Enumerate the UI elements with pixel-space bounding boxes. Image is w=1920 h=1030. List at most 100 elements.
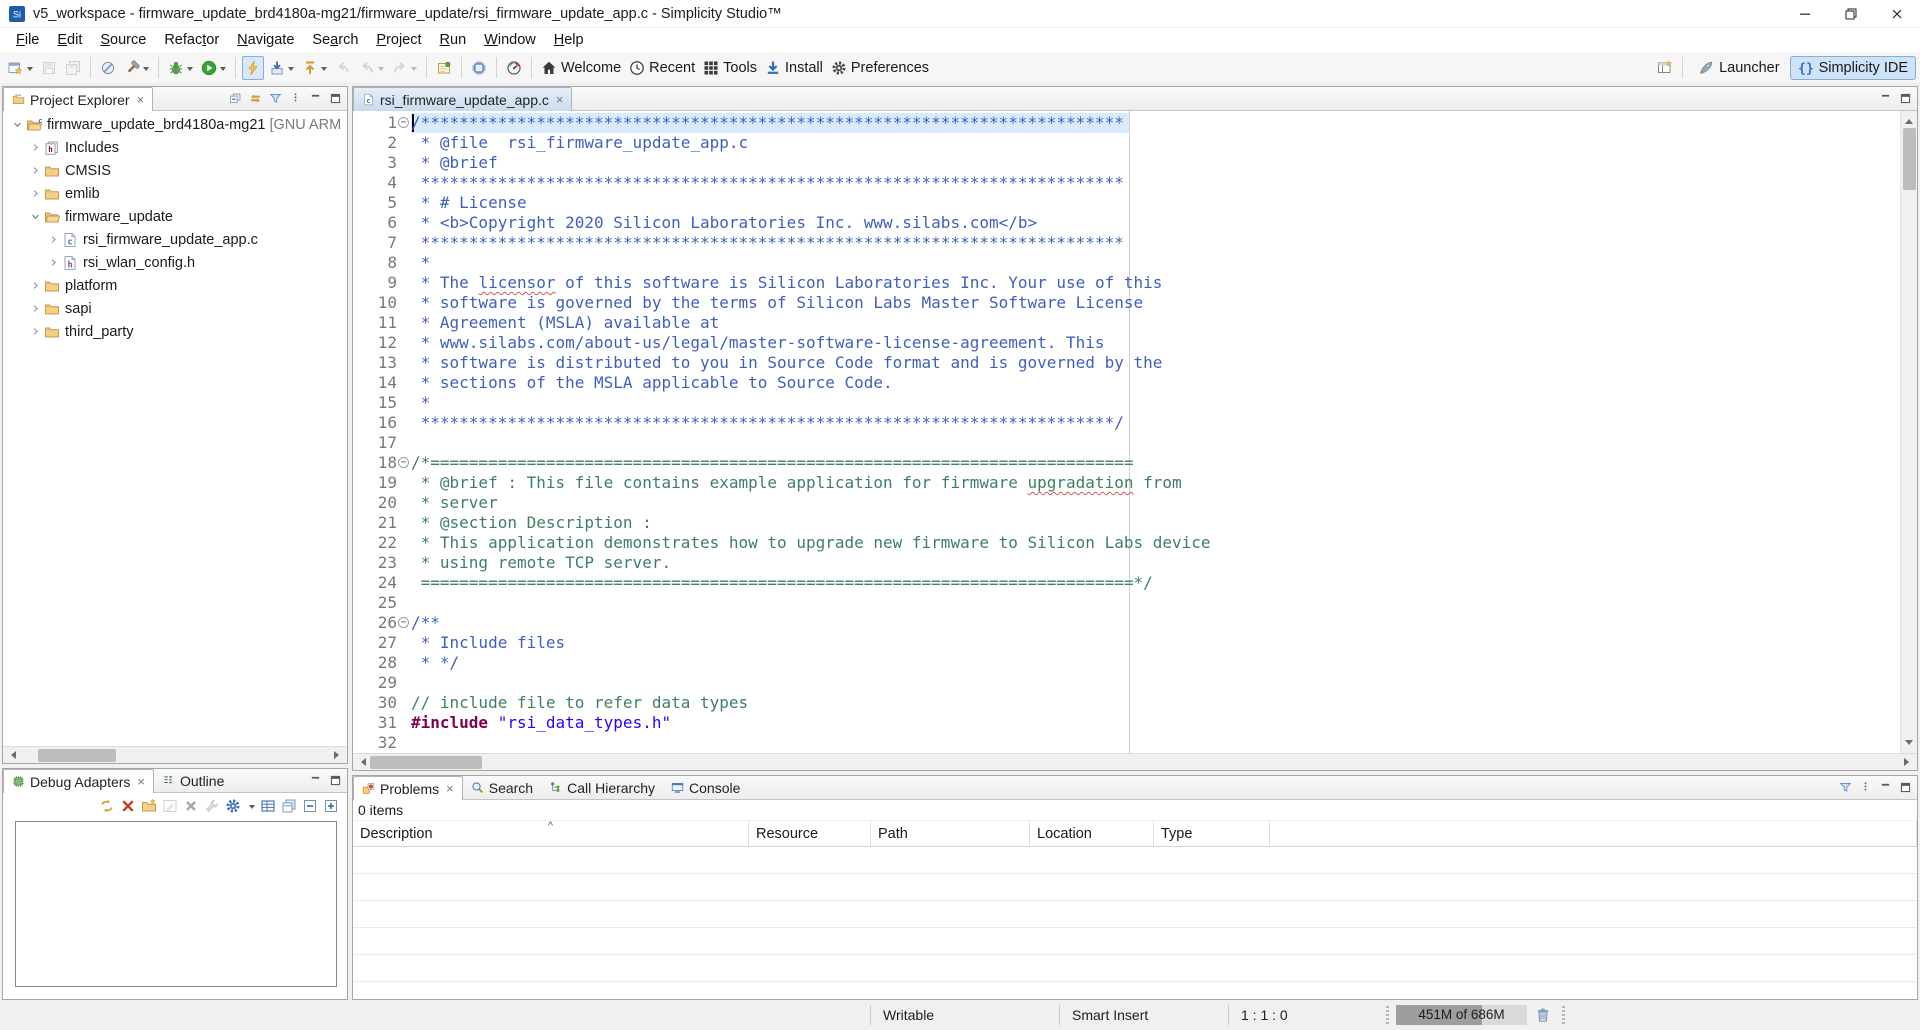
debug-download-button[interactable] — [266, 56, 297, 80]
chevron-right-icon[interactable] — [27, 188, 44, 199]
chevron-down-icon[interactable] — [378, 67, 384, 74]
chevron-down-icon[interactable] — [27, 67, 33, 74]
close-icon[interactable]: × — [137, 93, 145, 106]
table-row[interactable] — [353, 955, 1917, 982]
forward-history-button[interactable] — [389, 56, 420, 80]
menu-project[interactable]: Project — [367, 30, 430, 50]
tree-item-rsi-wlan-config-h[interactable]: hrsi_wlan_config.h — [3, 251, 347, 274]
chevron-down-icon[interactable] — [143, 67, 149, 74]
editor-hscrollbar[interactable] — [353, 753, 1917, 770]
tree-item-cmsis[interactable]: CMSIS — [3, 159, 347, 182]
code-editor[interactable]: 1−/*************************************… — [353, 111, 1900, 753]
menu-edit[interactable]: Edit — [48, 30, 91, 50]
pin-note-button[interactable] — [433, 56, 455, 80]
tab-outline[interactable]: Outline — [154, 769, 232, 792]
expand-all2-button[interactable] — [323, 798, 339, 814]
chevron-down-icon[interactable] — [9, 119, 26, 130]
adapter-refresh-button[interactable] — [99, 798, 115, 814]
chevron-right-icon[interactable] — [27, 142, 44, 153]
new-wizard-button[interactable] — [5, 56, 36, 80]
chevron-right-icon[interactable] — [27, 280, 44, 291]
scroll-left-icon[interactable] — [353, 754, 370, 771]
funnel-button[interactable] — [269, 92, 282, 105]
run-garbage-collector-button[interactable] — [1531, 1004, 1555, 1026]
minimize-button[interactable] — [1879, 781, 1892, 794]
scroll-right-icon[interactable] — [1900, 754, 1917, 771]
menu-navigate[interactable]: Navigate — [228, 30, 303, 50]
collapse-all2-button[interactable] — [302, 798, 318, 814]
adapter-disconnect-button[interactable] — [120, 798, 136, 814]
tab-call-hierarchy[interactable]: Call Hierarchy — [541, 776, 663, 799]
tree-item-third-party[interactable]: third_party — [3, 320, 347, 343]
column-header-resource[interactable]: Resource — [749, 821, 871, 846]
editor-vscrollbar[interactable] — [1900, 111, 1917, 753]
chevron-right-icon[interactable] — [45, 257, 62, 268]
chevron-down-icon[interactable] — [249, 805, 255, 812]
tab-console[interactable]: Console — [663, 776, 748, 799]
tab-editor-file[interactable]: c rsi_firmware_update_app.c × — [353, 87, 572, 111]
table-row[interactable] — [353, 928, 1917, 955]
tab-project-explorer[interactable]: Project Explorer × — [3, 87, 153, 111]
minimize-button[interactable] — [309, 92, 322, 105]
scroll-up-icon[interactable] — [1901, 111, 1918, 128]
adapter-wrench-button[interactable] — [204, 798, 220, 814]
chevron-down-icon[interactable] — [411, 67, 417, 74]
save-button[interactable] — [38, 56, 60, 80]
tree-item-sapi[interactable]: sapi — [3, 297, 347, 320]
maximize-button[interactable] — [1899, 781, 1912, 794]
menu-search[interactable]: Search — [303, 30, 367, 50]
link-editor-button[interactable] — [249, 92, 262, 105]
scrollbar-thumb[interactable] — [1903, 128, 1916, 190]
profile-upload-button[interactable] — [299, 56, 330, 80]
recent-button[interactable]: Recent — [626, 56, 698, 80]
menu-run[interactable]: Run — [431, 30, 476, 50]
adapter-rename-button[interactable] — [162, 798, 178, 814]
table-row[interactable] — [353, 874, 1917, 901]
tree-item-rsi-firmware-update-app-c[interactable]: crsi_firmware_update_app.c — [3, 228, 347, 251]
chevron-down-icon[interactable] — [288, 67, 294, 74]
fold-collapse-icon[interactable]: − — [397, 613, 411, 633]
tab-problems[interactable]: Problems× — [353, 776, 463, 800]
energy-gauge-button[interactable] — [503, 56, 525, 80]
close-icon[interactable]: × — [446, 782, 454, 795]
build-button[interactable] — [121, 56, 152, 80]
save-all-button[interactable] — [62, 56, 84, 80]
run-button[interactable] — [198, 56, 229, 80]
column-header-description[interactable]: Description^ — [353, 821, 749, 846]
view-copies-button[interactable] — [281, 798, 297, 814]
chevron-down-icon[interactable] — [220, 67, 226, 74]
tree-item-firmware-update-brd4180a-mg21[interactable]: cfirmware_update_brd4180a-mg21[GNU ARM — [3, 113, 347, 136]
column-header-location[interactable]: Location — [1030, 821, 1154, 846]
tab-search[interactable]: Search — [463, 776, 541, 799]
chevron-right-icon[interactable] — [27, 165, 44, 176]
column-header-type[interactable]: Type — [1154, 821, 1270, 846]
debug-button[interactable] — [165, 56, 196, 80]
tree-item-platform[interactable]: platform — [3, 274, 347, 297]
table-row[interactable] — [353, 847, 1917, 874]
project-tree[interactable]: cfirmware_update_brd4180a-mg21[GNU ARMhI… — [3, 111, 347, 746]
maximize-button[interactable] — [329, 92, 342, 105]
minimize-icon[interactable] — [1879, 92, 1892, 105]
flash-programmer-button[interactable] — [242, 56, 264, 80]
view-menu-button[interactable] — [289, 92, 302, 105]
view-menu-button[interactable] — [1859, 781, 1872, 794]
last-edit-location-button[interactable] — [332, 56, 354, 80]
maximize-icon[interactable] — [1899, 92, 1912, 105]
perspective-simplicity-ide-button[interactable]: {}Simplicity IDE — [1790, 56, 1916, 80]
back-history-button[interactable] — [356, 56, 387, 80]
column-header-path[interactable]: Path — [871, 821, 1030, 846]
install-button[interactable]: Install — [762, 56, 826, 80]
chevron-down-icon[interactable] — [187, 67, 193, 74]
tree-item-emlib[interactable]: emlib — [3, 182, 347, 205]
collapse-all-button[interactable] — [229, 92, 242, 105]
menu-source[interactable]: Source — [91, 30, 155, 50]
close-icon[interactable]: × — [137, 775, 145, 788]
debug-adapters-list[interactable] — [15, 821, 337, 987]
window-close-button[interactable] — [1874, 0, 1920, 27]
device-chip-button[interactable] — [468, 56, 490, 80]
menu-refactor[interactable]: Refactor — [155, 30, 228, 50]
skip-all-breakpoints-button[interactable] — [97, 56, 119, 80]
tree-item-firmware-update[interactable]: firmware_update — [3, 205, 347, 228]
chevron-right-icon[interactable] — [45, 234, 62, 245]
minimize-button[interactable] — [309, 774, 322, 787]
